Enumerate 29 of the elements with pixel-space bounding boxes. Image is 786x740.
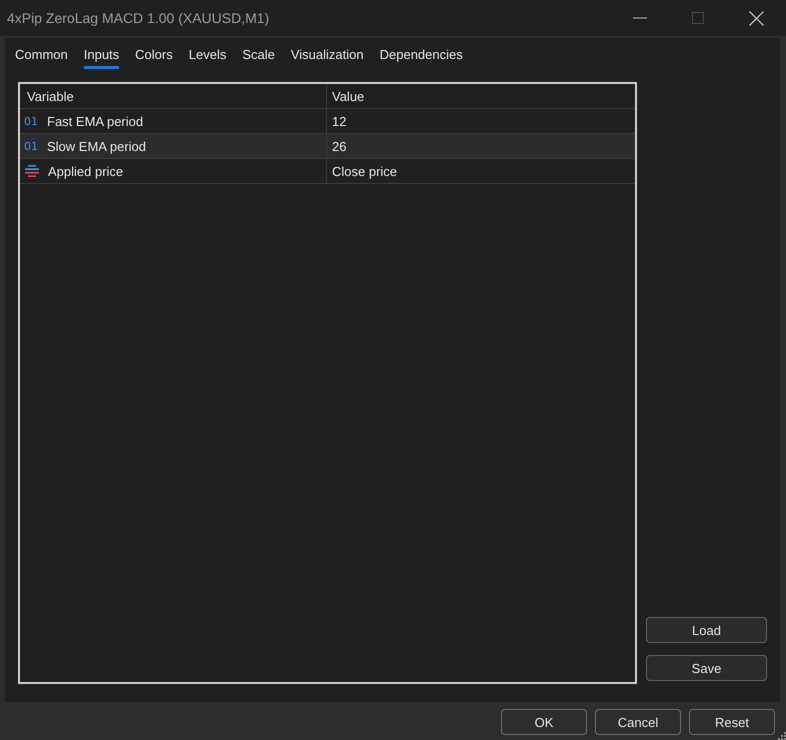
tab[interactable]: Dependencies <box>380 38 463 69</box>
integer-type-icon: 01 <box>24 140 40 152</box>
table-row[interactable]: 01 Slow EMA period 26 <box>20 134 635 159</box>
variable-value[interactable]: Close price <box>332 164 398 178</box>
variable-name: Slow EMA period <box>47 138 146 154</box>
variable-value[interactable]: 26 <box>332 138 346 154</box>
tab[interactable]: Levels <box>188 38 226 69</box>
tab[interactable]: Scale <box>242 38 275 69</box>
list-type-icon <box>25 165 39 177</box>
tab[interactable]: Common <box>15 38 68 69</box>
variable-name: Applied price <box>48 164 124 178</box>
tab[interactable]: Colors <box>135 38 173 69</box>
tab[interactable]: Inputs <box>84 38 120 69</box>
variable-value[interactable]: 12 <box>332 114 346 128</box>
table-row[interactable]: 01 Fast EMA period 12 <box>20 109 635 134</box>
reset-button[interactable]: Reset <box>689 709 775 735</box>
tab[interactable]: Visualization <box>290 38 364 69</box>
window-title: 4xPip ZeroLag MACD 1.00 (XAUUSD,M1) <box>7 10 270 26</box>
cancel-button[interactable]: Cancel <box>595 709 681 735</box>
variable-name: Fast EMA period <box>47 114 144 128</box>
table-row[interactable]: Applied price Close price <box>20 159 635 184</box>
save-button[interactable]: Save <box>646 655 767 681</box>
resize-grip-icon[interactable] <box>778 732 786 740</box>
column-header[interactable]: Value <box>327 84 635 108</box>
load-button[interactable]: Load <box>646 617 767 643</box>
integer-type-icon: 01 <box>24 114 40 128</box>
column-header[interactable]: Variable <box>20 84 327 108</box>
ok-button[interactable]: OK <box>501 709 587 735</box>
close-icon[interactable] <box>749 10 764 26</box>
